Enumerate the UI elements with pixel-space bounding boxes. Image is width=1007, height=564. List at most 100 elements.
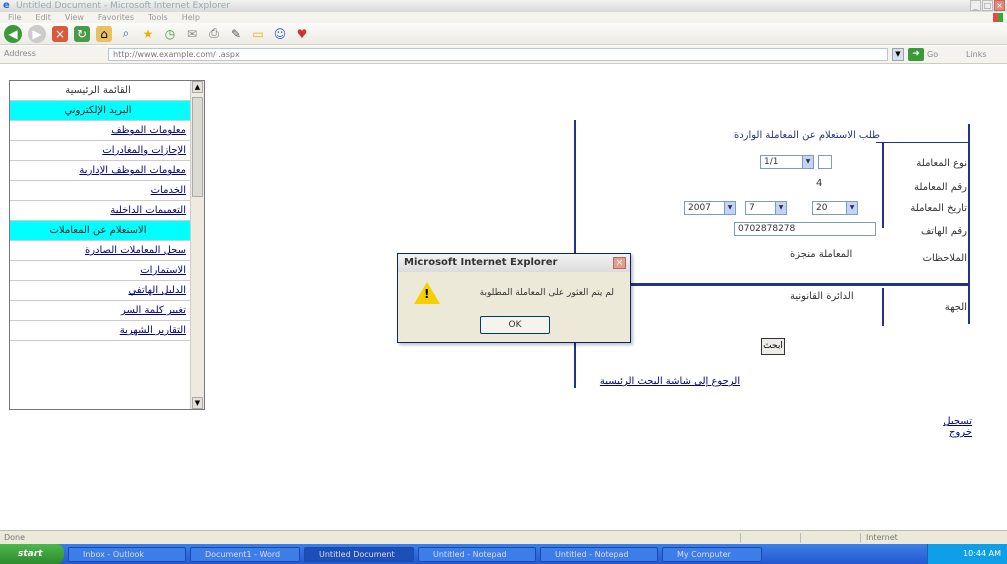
scroll-up-icon[interactable]: ▲ xyxy=(192,81,203,93)
research-icon[interactable]: ♥ xyxy=(294,26,310,42)
edit-icon[interactable]: ✎ xyxy=(228,26,244,42)
status-divider xyxy=(800,533,801,543)
home-icon[interactable]: ⌂ xyxy=(96,25,112,42)
label-number: رقم المعاملة xyxy=(914,182,967,193)
dept-value: الدائرة القانونية xyxy=(790,291,854,302)
label-date: تاريخ المعاملة xyxy=(910,203,967,214)
sidebar-item[interactable]: التعميمات الداخلية xyxy=(10,201,192,221)
chevron-down-icon: ▼ xyxy=(846,202,857,214)
menu-list: القائمة الرئيسية البريد الإلكتروني معلومات… xyxy=(10,81,192,341)
sidebar-item[interactable]: معلومات الموظف xyxy=(10,121,192,141)
left-frame-scrollbar[interactable]: ▲ ▼ xyxy=(190,81,204,409)
status-text: Done xyxy=(4,533,26,542)
minimize-button[interactable]: _ xyxy=(970,0,981,11)
taskbar-item[interactable]: Inbox - Outlook xyxy=(68,546,186,562)
menu-view[interactable]: View xyxy=(65,12,84,23)
chevron-down-icon: ▼ xyxy=(775,202,786,214)
month-value: 7 xyxy=(749,203,755,213)
start-button[interactable]: start xyxy=(0,544,64,564)
sidebar-item[interactable]: البريد الإلكتروني xyxy=(10,101,192,121)
stop-icon[interactable]: × xyxy=(52,25,68,42)
menu-tools[interactable]: Tools xyxy=(148,12,168,23)
search-button[interactable]: ابحث xyxy=(761,338,785,355)
sidebar-item[interactable]: تغيير كلمة السر xyxy=(10,301,192,321)
sidebar-item[interactable]: الدليل الهاتفي xyxy=(10,281,192,301)
dialog-message: لم يتم العثور على المعاملة المطلوبة xyxy=(479,288,614,298)
sidebar-item[interactable]: الاستعلام عن المعاملات xyxy=(10,221,192,241)
type-select-value: 1/1 xyxy=(764,157,779,167)
scroll-down-icon[interactable]: ▼ xyxy=(192,397,203,409)
alert-dialog: Microsoft Internet Explorer × ! لم يتم ا… xyxy=(397,253,631,343)
menu-file[interactable]: File xyxy=(8,12,21,23)
mail-icon[interactable]: ✉ xyxy=(184,26,200,42)
status-zone: Internet xyxy=(866,533,898,542)
favorites-icon[interactable]: ★ xyxy=(140,26,156,42)
menu-help[interactable]: Help xyxy=(182,12,200,23)
taskbar-item[interactable]: Untitled - Notepad xyxy=(418,546,536,562)
sidebar-item[interactable]: الخدمات xyxy=(10,181,192,201)
search-icon[interactable]: ⌕ xyxy=(118,26,134,42)
sidebar-item[interactable]: الإجازات والمغادرات xyxy=(10,141,192,161)
divider-line xyxy=(882,288,884,326)
year-select[interactable]: 2007 ▼ xyxy=(684,201,736,215)
address-input[interactable]: http://www.example.com/ .aspx xyxy=(108,48,888,61)
sidebar-item[interactable]: الاستمارات xyxy=(10,261,192,281)
sidebar-item[interactable]: معلومات الموظف الإدارية xyxy=(10,161,192,181)
address-dropdown-icon[interactable]: ▼ xyxy=(892,48,904,61)
notes-value: المعاملة منجزة xyxy=(790,249,853,260)
left-menu-frame: القائمة الرئيسية البريد الإلكتروني معلومات… xyxy=(9,80,205,410)
ok-button[interactable]: OK xyxy=(480,316,550,334)
label-phone: رقم الهاتف xyxy=(920,226,967,237)
return-link[interactable]: الرجوع إلى شاشة البحث الرئيسية xyxy=(570,376,770,387)
clock: 10:44 AM xyxy=(963,549,1001,558)
window-title-bar: e Untitled Document - Microsoft Internet… xyxy=(0,0,1007,12)
close-button[interactable]: × xyxy=(994,0,1005,11)
sidebar-item[interactable]: سجل المعاملات الصادرة xyxy=(10,241,192,261)
divider-line xyxy=(876,142,970,143)
address-bar: Address http://www.example.com/ .aspx ▼ … xyxy=(0,46,1007,64)
phone-input[interactable]: 0702878278 xyxy=(734,222,876,236)
ie-logo-icon: e xyxy=(3,0,10,11)
menu-favorites[interactable]: Favorites xyxy=(98,12,134,23)
windows-logo-icon xyxy=(993,13,1003,22)
day-value: 20 xyxy=(816,203,828,213)
menu-edit[interactable]: Edit xyxy=(35,12,51,23)
taskbar-item[interactable]: Document1 - Word xyxy=(190,546,300,562)
month-select[interactable]: 7 ▼ xyxy=(745,201,787,215)
scroll-thumb[interactable] xyxy=(192,97,203,197)
day-select[interactable]: 20 ▼ xyxy=(812,201,858,215)
window-controls: _ □ × xyxy=(970,0,1005,12)
refresh-icon[interactable]: ↻ xyxy=(74,25,90,42)
maximize-button[interactable]: □ xyxy=(982,0,993,11)
forward-button[interactable]: ▶ xyxy=(28,24,46,43)
taskbar: start Inbox - Outlook Document1 - Word U… xyxy=(0,544,1007,564)
status-bar: Done Internet xyxy=(0,530,1007,544)
divider-line xyxy=(882,142,884,228)
taskbar-item[interactable]: Untitled Document xyxy=(304,546,414,562)
folder-icon[interactable]: ▭ xyxy=(250,26,266,42)
menu-bar: File Edit View Favorites Tools Help xyxy=(0,12,1007,23)
form-title: طلب الاستعلام عن المعاملة الواردة xyxy=(733,130,880,141)
logout-link[interactable]: تسجيل خروج xyxy=(922,416,972,438)
toolbar: ◀ ▶ × ↻ ⌂ ⌕ ★ ◷ ✉ ⎙ ✎ ▭ ☺ ♥ xyxy=(0,23,1007,45)
taskbar-item[interactable]: Untitled - Notepad xyxy=(540,546,658,562)
status-divider xyxy=(860,533,861,543)
go-label[interactable]: Go xyxy=(927,50,938,59)
number-value: 4 xyxy=(816,178,823,189)
print-icon[interactable]: ⎙ xyxy=(206,26,222,42)
links-label[interactable]: Links xyxy=(966,50,987,59)
go-button[interactable]: ➜ xyxy=(908,48,924,61)
system-tray: 10:44 AM xyxy=(927,544,1007,564)
history-icon[interactable]: ◷ xyxy=(162,26,178,42)
divider-line xyxy=(576,283,970,286)
dialog-close-button[interactable]: × xyxy=(613,257,626,269)
sidebar-item[interactable]: التقارير الشهرية xyxy=(10,321,192,341)
type-select-b[interactable] xyxy=(818,155,832,169)
label-notes: الملاحظات xyxy=(922,253,967,264)
back-button[interactable]: ◀ xyxy=(4,24,22,43)
messenger-icon[interactable]: ☺ xyxy=(272,26,288,42)
status-divider xyxy=(740,533,741,543)
type-select[interactable]: 1/1 ▼ xyxy=(760,155,814,169)
taskbar-item[interactable]: My Computer xyxy=(662,546,762,562)
address-label: Address xyxy=(4,49,36,58)
